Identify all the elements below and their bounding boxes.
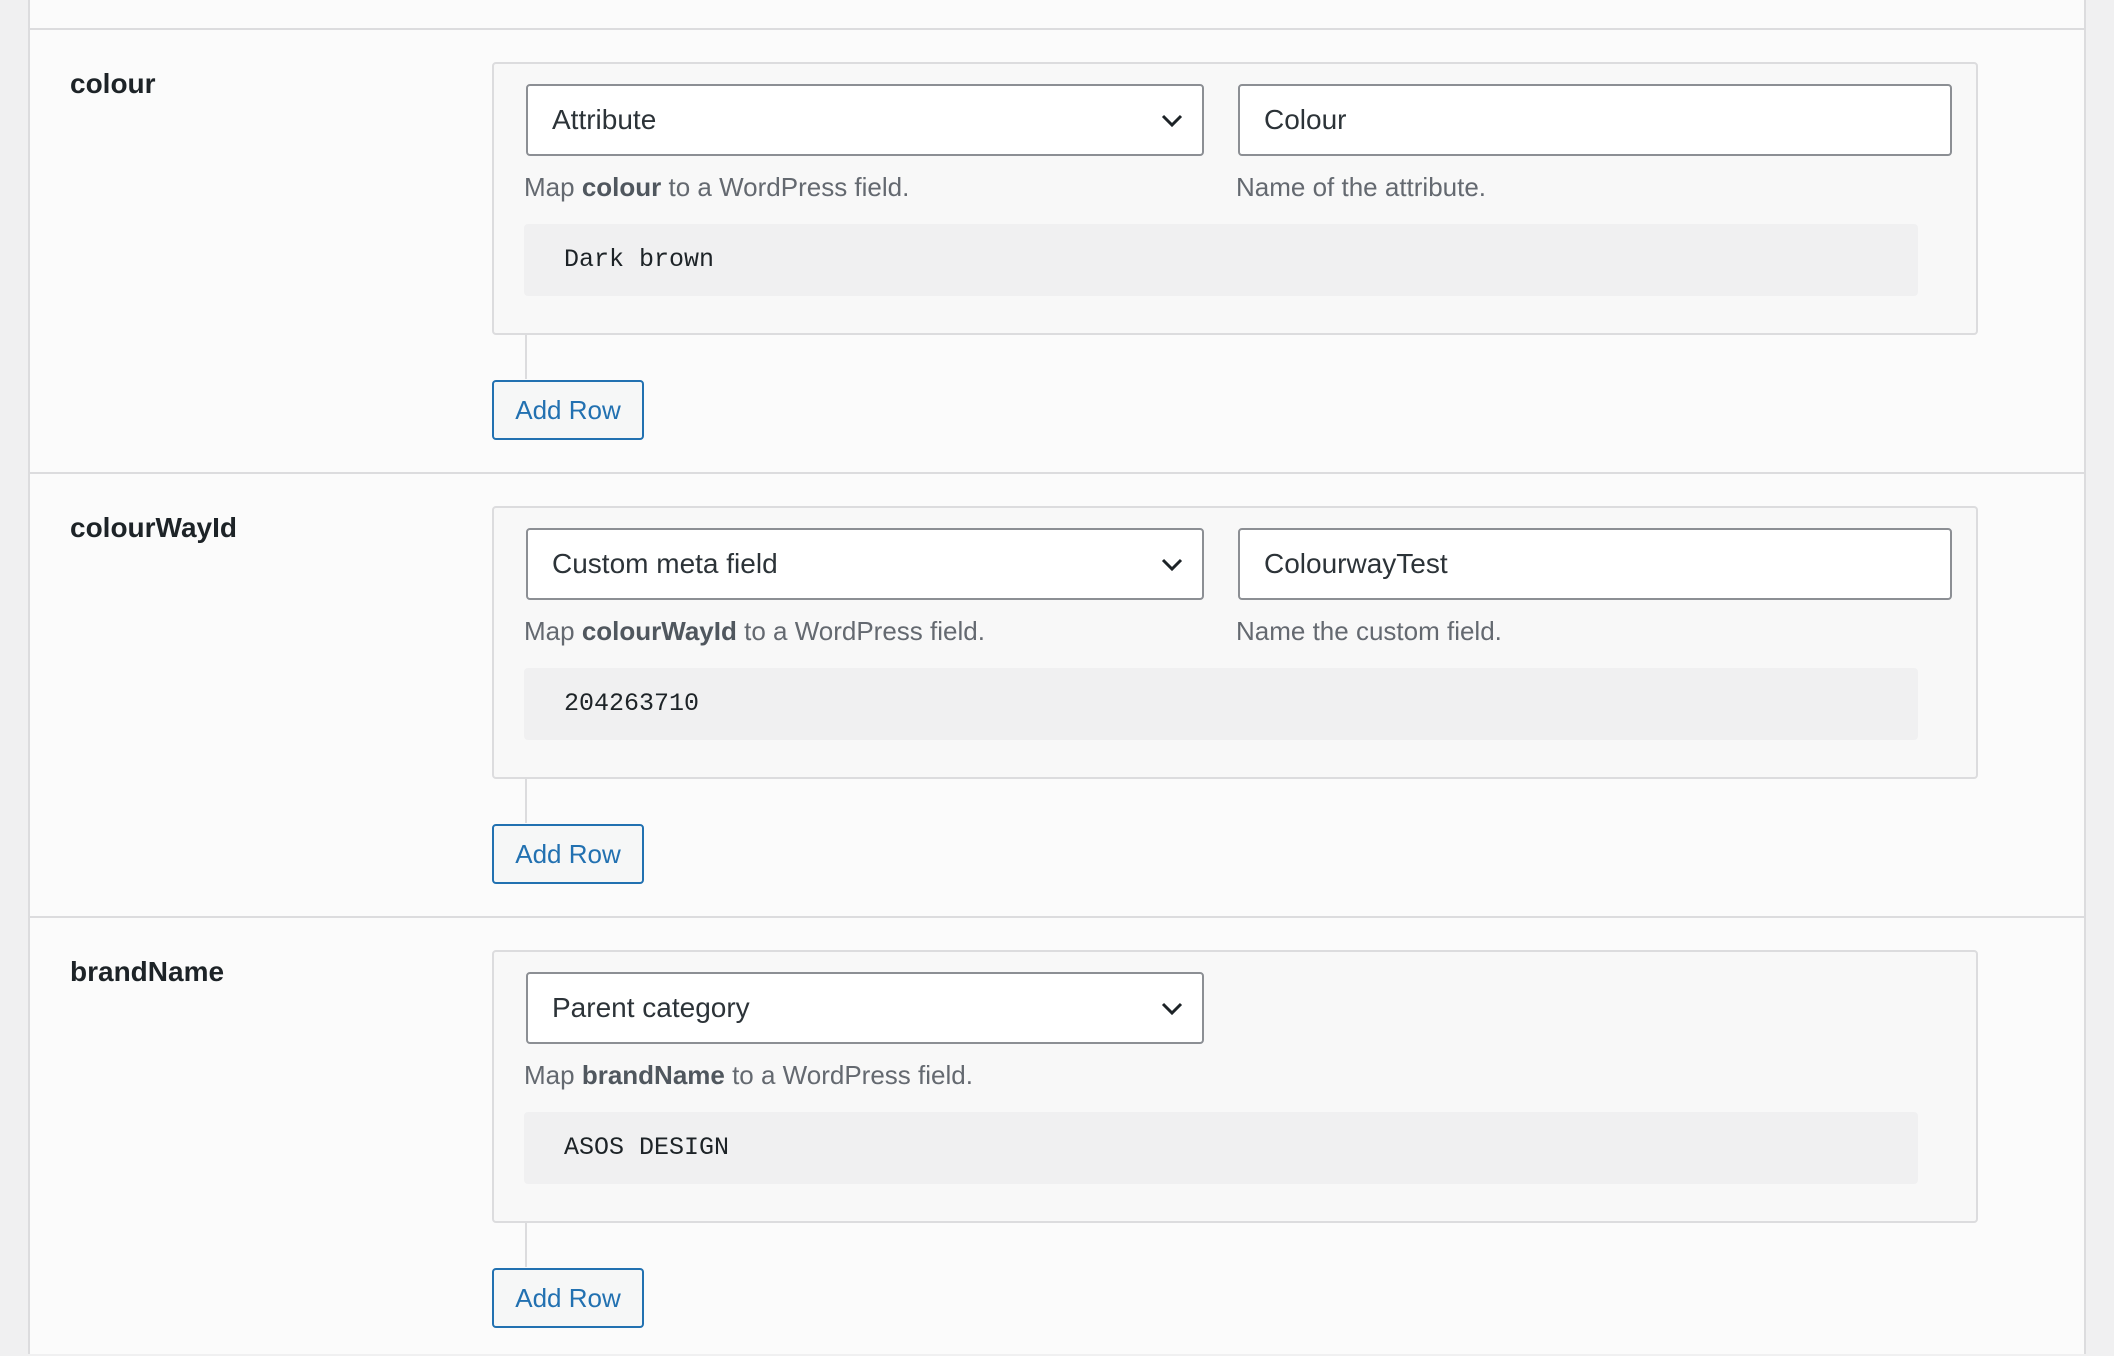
mapping-description: Map colour to a WordPress field. — [524, 172, 909, 203]
row-connector — [525, 335, 527, 379]
mapping-section-colourwayid: colourWayId Custom meta field Map colour… — [30, 472, 2084, 918]
input-help-text: Name of the attribute. — [1236, 172, 1487, 202]
sample-value: ASOS DESIGN — [524, 1112, 1918, 1184]
mapping-section-colour: colour Attribute Map colour to a WordPre… — [30, 28, 2084, 474]
mapping-type-selected: Custom meta field — [552, 548, 778, 579]
sample-value: Dark brown — [524, 224, 1918, 296]
mapping-type-select[interactable]: Attribute — [526, 84, 1204, 156]
custom-field-name-input[interactable] — [1238, 528, 1952, 600]
desc-suffix: to a WordPress field. — [661, 172, 910, 202]
field-name-label: colour — [70, 68, 156, 99]
mapping-row: Attribute Map colour to a WordPress fiel… — [492, 62, 1978, 335]
add-row-button[interactable]: Add Row — [492, 824, 644, 884]
add-row-button[interactable]: Add Row — [492, 1268, 644, 1328]
row-connector — [525, 1223, 527, 1267]
mapping-row: Custom meta field Map colourWayId to a W… — [492, 506, 1978, 779]
desc-prefix: Map — [524, 172, 582, 202]
field-mapping-panel: colour Attribute Map colour to a WordPre… — [28, 0, 2086, 1354]
desc-prefix: Map — [524, 1060, 582, 1090]
desc-suffix: to a WordPress field. — [724, 1060, 973, 1090]
desc-suffix: to a WordPress field. — [736, 616, 985, 646]
mapping-type-selected: Attribute — [552, 104, 657, 135]
desc-field: colour — [581, 172, 662, 202]
desc-field: colourWayId — [581, 616, 737, 646]
desc-prefix: Map — [524, 616, 582, 646]
add-row-button[interactable]: Add Row — [492, 380, 644, 440]
chevron-down-icon — [1161, 1002, 1183, 1016]
field-name-label: brandName — [70, 956, 225, 987]
chevron-down-icon — [1161, 558, 1183, 572]
mapping-row: Parent category Map brandName to a WordP… — [492, 950, 1978, 1223]
mapping-section-brandname: brandName Parent category Map brandName … — [30, 916, 2084, 1356]
row-connector — [525, 779, 527, 823]
mapping-description: Map colourWayId to a WordPress field. — [524, 616, 985, 647]
sample-value: 204263710 — [524, 668, 1918, 740]
field-name-label: colourWayId — [70, 512, 237, 543]
mapping-type-select[interactable]: Parent category — [526, 972, 1204, 1044]
mapping-description: Map brandName to a WordPress field. — [524, 1060, 973, 1091]
input-help-text: Name the custom field. — [1236, 616, 1502, 646]
mapping-type-selected: Parent category — [552, 992, 750, 1023]
desc-field: brandName — [581, 1060, 725, 1090]
attribute-name-input[interactable] — [1238, 84, 1952, 156]
chevron-down-icon — [1161, 114, 1183, 128]
mapping-type-select[interactable]: Custom meta field — [526, 528, 1204, 600]
